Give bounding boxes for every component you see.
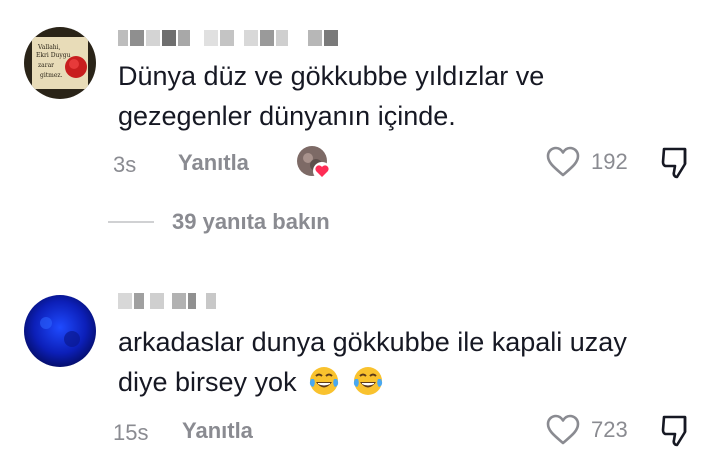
creator-liked-avatar: [296, 145, 332, 181]
timestamp: 3s: [113, 152, 137, 177]
svg-text:Vallahi,: Vallahi,: [37, 44, 61, 51]
svg-text:gitmez.: gitmez.: [40, 72, 63, 79]
comment-text: Dünya düz ve gökkubbe yıldızlar ve gezeg…: [118, 61, 545, 131]
like-button[interactable]: 723: [545, 414, 628, 446]
username-pixelated[interactable]: [118, 293, 218, 309]
dislike-icon: [661, 415, 687, 447]
like-button[interactable]: 192: [545, 146, 628, 178]
laughing-tears-emoji: [309, 367, 339, 395]
avatar[interactable]: [24, 295, 96, 367]
dislike-button[interactable]: [660, 146, 692, 185]
reply-button[interactable]: Yanıtla: [178, 150, 249, 176]
avatar[interactable]: Vallahi, Ekri Duygu zarar gitmez.: [24, 27, 96, 99]
svg-text:zarar: zarar: [38, 62, 54, 69]
divider-line: [108, 221, 154, 223]
dislike-icon: [661, 147, 687, 179]
like-count: 723: [591, 417, 628, 442]
like-count: 192: [591, 149, 628, 174]
username-pixelated[interactable]: [118, 30, 348, 46]
heart-outline-icon: [546, 146, 580, 177]
laughing-tears-emoji: [353, 367, 382, 395]
view-replies-button[interactable]: 39 yanıta bakın: [108, 209, 330, 235]
comment-text: arkadaslar dunya gökkubbe ile kapali uza…: [118, 327, 627, 397]
timestamp: 15s: [113, 420, 149, 445]
reply-button[interactable]: Yanıtla: [182, 418, 253, 444]
svg-text:Ekri Duygu: Ekri Duygu: [36, 52, 71, 59]
heart-outline-icon: [546, 414, 580, 445]
dislike-button[interactable]: [660, 414, 692, 453]
